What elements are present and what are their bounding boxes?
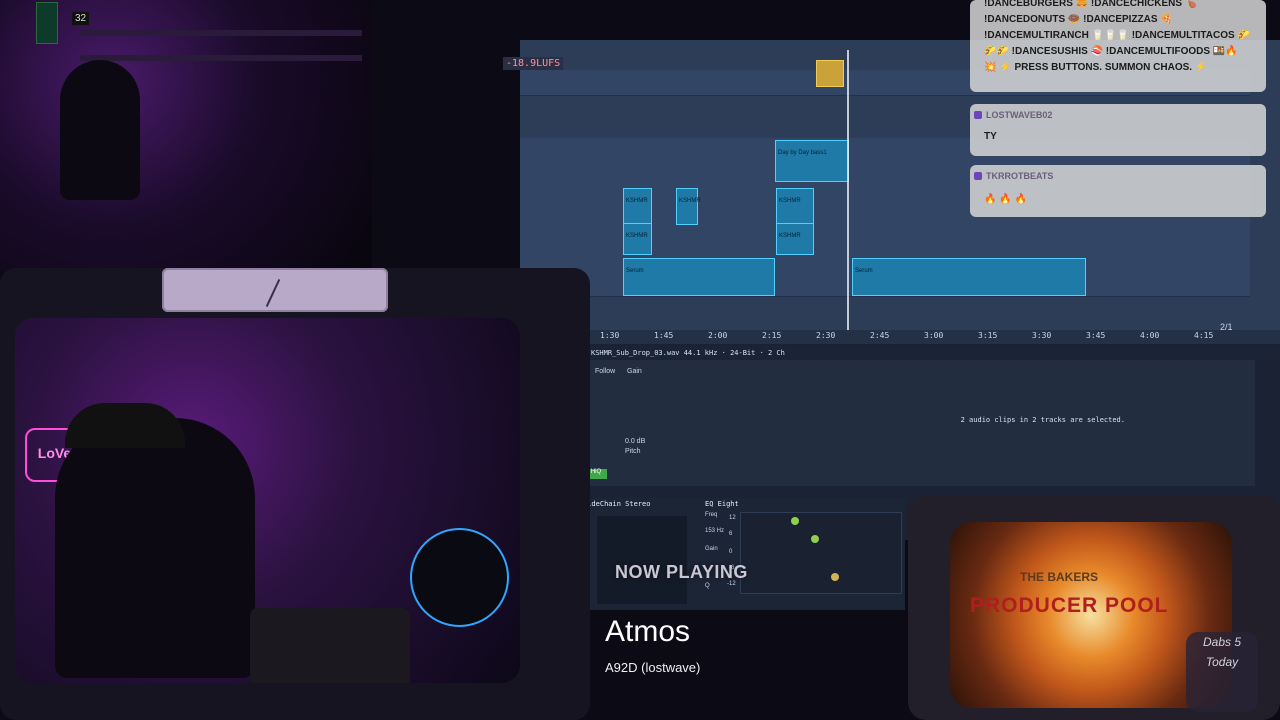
- audio-clip[interactable]: KSHMR: [623, 188, 652, 225]
- time-tick: 3:15: [978, 331, 998, 340]
- clip-filename: KSHMR_Sub_Drop_03.wav 44.1 kHz · 24-Bit …: [565, 346, 1280, 360]
- locator-clip[interactable]: [816, 60, 844, 87]
- eq-band-node[interactable]: [791, 517, 799, 525]
- streamer-webcam-main: LoVe: [15, 318, 520, 683]
- clip-label: KSHMR: [626, 198, 648, 204]
- audio-clip[interactable]: Serum: [623, 258, 775, 296]
- chat-text-line: 🌮🌮 !DANCESUSHIS 🍣 !DANCEMULTIFOODS 🍱🔥: [984, 46, 1238, 57]
- vu-meter: [162, 268, 388, 312]
- chat-username: TKRROTBEATS: [986, 171, 1054, 181]
- turntable: [410, 528, 509, 627]
- eq-band-node[interactable]: [811, 535, 819, 543]
- time-tick: 2:15: [762, 331, 782, 340]
- chat-text-line: 💥 ⚡ PRESS BUTTONS. SUMMON CHAOS. ⚡: [984, 62, 1208, 73]
- time-tick: 2:45: [870, 331, 890, 340]
- audio-clip[interactable]: KSHMR: [776, 188, 814, 225]
- shelf: [80, 30, 362, 36]
- vu-needle: [265, 278, 281, 308]
- playhead[interactable]: [847, 50, 849, 330]
- timeline-ruler[interactable]: 1:30 1:45 2:00 2:15 2:30 2:45 3:00 3:15 …: [520, 330, 1280, 344]
- sidechain-device-title[interactable]: SideChain Stereo: [583, 500, 650, 508]
- clip-detail-panel: KSHMR_Sub_Drop_03.wav 44.1 kHz · 24-Bit …: [565, 346, 1280, 486]
- time-tick: 2:30: [816, 331, 836, 340]
- clip-label: KSHMR: [679, 198, 701, 204]
- now-playing-label: NOW PLAYING: [615, 562, 748, 582]
- clip-label: KSHMR: [779, 198, 801, 204]
- pitch-label: Pitch: [625, 448, 641, 455]
- freq-label: Freq: [705, 512, 718, 518]
- cap: [65, 403, 185, 448]
- chat-message: TKRROTBEATS 🔥 🔥 🔥: [970, 165, 1266, 217]
- now-playing-widget: NOW PLAYING Atmos A92D (lostwave): [590, 545, 920, 720]
- chat-text-line: !DANCEDONUTS 🍩 !DANCEPIZZAS 🍕: [984, 14, 1173, 25]
- time-tick: 4:15: [1194, 331, 1214, 340]
- streamer-silhouette: [60, 60, 140, 200]
- twitch-icon: [974, 172, 982, 180]
- chat-text-line: 🔥 🔥 🔥: [984, 194, 1027, 205]
- audio-clip[interactable]: Serum: [852, 258, 1086, 296]
- jersey-number: 32: [72, 12, 90, 25]
- clip-label: KSHMR: [779, 233, 801, 239]
- gain-label: Gain: [627, 368, 642, 375]
- lufs-readout: -18.9LUFS: [503, 57, 564, 70]
- clip-label: Day by Day bass1: [778, 150, 827, 156]
- selection-message: 2 audio clips in 2 tracks are selected.: [960, 416, 1125, 424]
- clip-label: Serum: [626, 268, 644, 274]
- streamer-webcam-top: 32: [0, 0, 372, 272]
- chat-text-line: TY: [984, 131, 997, 142]
- time-tick: 2:00: [708, 331, 728, 340]
- time-tick: 3:00: [924, 331, 944, 340]
- shelf: [80, 55, 362, 61]
- time-tick: 3:30: [1032, 331, 1052, 340]
- gain-value: 0.0 dB: [625, 438, 646, 445]
- eq-scale-label: 6: [729, 531, 733, 537]
- chat-text-line: !DANCEBURGERS 🍔 !DANCECHICKENS 🍗: [984, 0, 1198, 9]
- chat-text-line: !DANCEMULTIRANCH 🥛🥛🥛 !DANCEMULTITACOS 🌮: [984, 30, 1250, 41]
- audio-clip[interactable]: KSHMR: [623, 223, 652, 255]
- chat-message: !DANCEBURGERS 🍔 !DANCECHICKENS 🍗 !DANCED…: [970, 0, 1266, 92]
- channel-logo: Dabs 5 Today: [1186, 632, 1258, 712]
- chat-overlay: !DANCEBURGERS 🍔 !DANCECHICKENS 🍗 !DANCED…: [970, 0, 1266, 220]
- wall-poster: [36, 2, 58, 44]
- chat-message: LOSTWAVEB02 TY: [970, 104, 1266, 156]
- clip-label: Serum: [855, 268, 873, 274]
- time-tick: 3:45: [1086, 331, 1106, 340]
- eq-device-title[interactable]: EQ Eight: [705, 500, 739, 508]
- streamer-silhouette: [55, 418, 255, 678]
- freq-value: 153 Hz: [705, 528, 725, 534]
- audio-clip[interactable]: KSHMR: [776, 223, 814, 255]
- time-tick: 4:00: [1140, 331, 1160, 340]
- eq-scale-label: 12: [729, 515, 736, 521]
- audio-clip[interactable]: Day by Day bass1: [775, 140, 849, 182]
- producer-pool-subtitle: THE BAKERS: [1020, 570, 1099, 584]
- time-tick: 1:30: [600, 331, 620, 340]
- time-tick: 1:45: [654, 331, 674, 340]
- producer-pool-title: PRODUCER POOL: [970, 594, 1169, 617]
- twitch-icon: [974, 111, 982, 119]
- drum-pad-controller: [250, 608, 410, 683]
- track-title: Atmos: [605, 615, 691, 648]
- audio-clip[interactable]: KSHMR: [676, 188, 701, 225]
- clip-label: KSHMR: [626, 233, 648, 239]
- track-artist: A92D (lostwave): [605, 660, 701, 675]
- chat-username: LOSTWAVEB02: [986, 110, 1053, 120]
- follow-label[interactable]: Follow: [595, 368, 615, 375]
